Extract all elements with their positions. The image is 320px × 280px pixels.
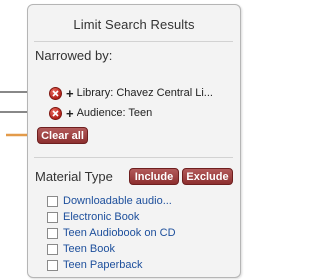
material-type-heading: Material Type <box>35 169 113 184</box>
include-button[interactable]: Include <box>129 168 179 185</box>
option-checkbox[interactable] <box>47 243 58 255</box>
plus-sign: + <box>66 85 74 101</box>
option-label[interactable]: Teen Paperback <box>63 259 143 271</box>
material-type-option[interactable]: Teen Paperback <box>47 258 143 272</box>
filter-label-audience: Audience: Teen <box>76 107 153 119</box>
option-checkbox[interactable] <box>47 211 58 223</box>
clear-all-button[interactable]: Clear all <box>37 127 88 144</box>
option-label[interactable]: Downloadable audio... <box>63 195 172 207</box>
title-divider <box>34 41 233 42</box>
option-checkbox[interactable] <box>47 227 58 239</box>
filter-label-library: Library: Chavez Central Li... <box>76 87 213 99</box>
remove-filter-icon[interactable] <box>49 86 62 100</box>
remove-filter-icon[interactable] <box>49 106 62 120</box>
material-type-option[interactable]: Teen Book <box>47 242 115 256</box>
material-type-option[interactable]: Teen Audiobook on CD <box>47 226 176 240</box>
option-checkbox[interactable] <box>47 195 58 207</box>
filter-row-library: + Library: Chavez Central Li... <box>49 85 213 101</box>
limit-search-results-panel: Limit Search Results Narrowed by: + Libr… <box>27 4 241 278</box>
panel-title: Limit Search Results <box>73 17 195 32</box>
section-divider <box>34 157 233 158</box>
option-checkbox[interactable] <box>47 259 58 271</box>
option-label[interactable]: Electronic Book <box>63 211 139 223</box>
exclude-button[interactable]: Exclude <box>182 168 233 185</box>
plus-sign: + <box>66 105 74 121</box>
material-type-option[interactable]: Downloadable audio... <box>47 194 172 208</box>
filter-row-audience: + Audience: Teen <box>49 105 152 121</box>
option-label[interactable]: Teen Book <box>63 243 115 255</box>
narrowed-by-heading: Narrowed by: <box>35 48 113 63</box>
option-label[interactable]: Teen Audiobook on CD <box>63 227 176 239</box>
material-type-option[interactable]: Electronic Book <box>47 210 139 224</box>
